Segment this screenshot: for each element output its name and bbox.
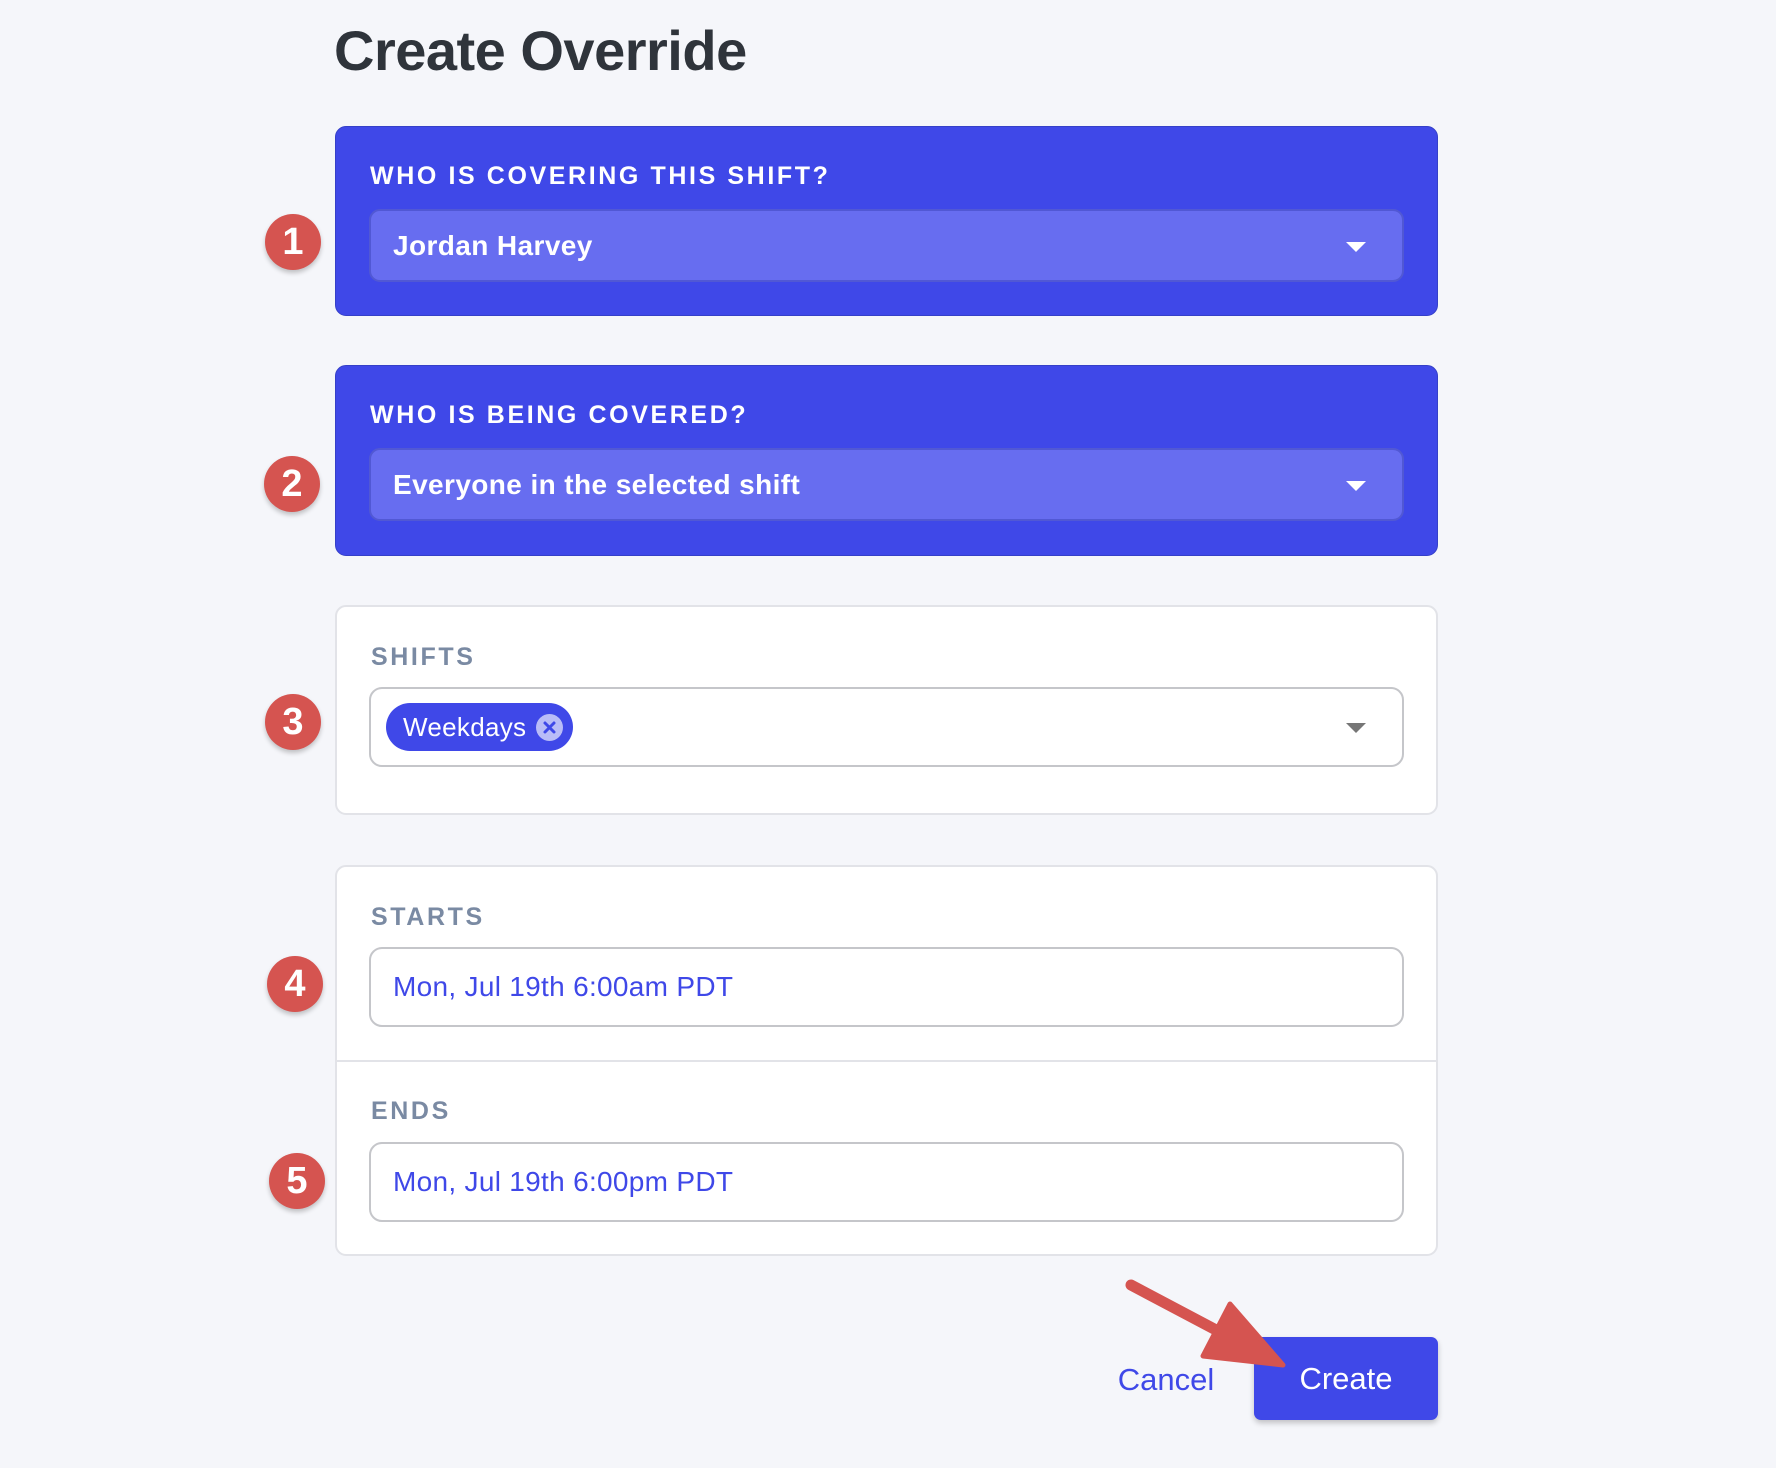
ends-value: Mon, Jul 19th 6:00pm PDT [393,1166,734,1197]
annotation-badge-2: 2 [264,456,320,512]
covering-select[interactable]: Jordan Harvey [369,209,1404,282]
covered-card: Who is being covered? Everyone in the se… [335,365,1438,556]
shifts-label: Shifts [371,643,476,671]
starts-input[interactable]: Mon, Jul 19th 6:00am PDT [369,947,1404,1027]
covered-select-value: Everyone in the selected shift [393,468,801,500]
covered-label: Who is being covered? [370,401,749,429]
create-button[interactable]: Create [1254,1337,1438,1420]
shifts-multiselect[interactable]: Weekdays [369,687,1404,767]
covering-select-value: Jordan Harvey [393,229,593,261]
shift-chip-weekdays: Weekdays [386,703,574,751]
close-circle-icon[interactable] [536,713,564,741]
caret-down-icon [1346,723,1366,733]
ends-input[interactable]: Mon, Jul 19th 6:00pm PDT [369,1142,1404,1222]
page-title: Create Override [334,19,747,82]
covered-select[interactable]: Everyone in the selected shift [369,448,1404,521]
time-range-card: Starts Mon, Jul 19th 6:00am PDT Ends Mon… [335,865,1438,1256]
section-divider [337,1060,1436,1062]
annotation-badge-1: 1 [265,214,321,270]
annotation-badge-5: 5 [269,1153,325,1209]
annotation-badge-4: 4 [267,956,323,1012]
caret-down-icon [1346,241,1366,252]
covering-card: Who is covering this shift? Jordan Harve… [335,126,1438,316]
shifts-card: Shifts Weekdays [335,605,1438,815]
starts-value: Mon, Jul 19th 6:00am PDT [393,971,734,1002]
annotation-badge-3: 3 [265,694,321,750]
starts-label: Starts [371,903,485,931]
covering-label: Who is covering this shift? [370,162,831,190]
cancel-button[interactable]: Cancel [1110,1355,1222,1405]
caret-down-icon [1346,480,1366,491]
ends-label: Ends [371,1097,451,1125]
shift-chip-label: Weekdays [403,711,527,742]
arrow-shaft [1125,1279,1241,1346]
